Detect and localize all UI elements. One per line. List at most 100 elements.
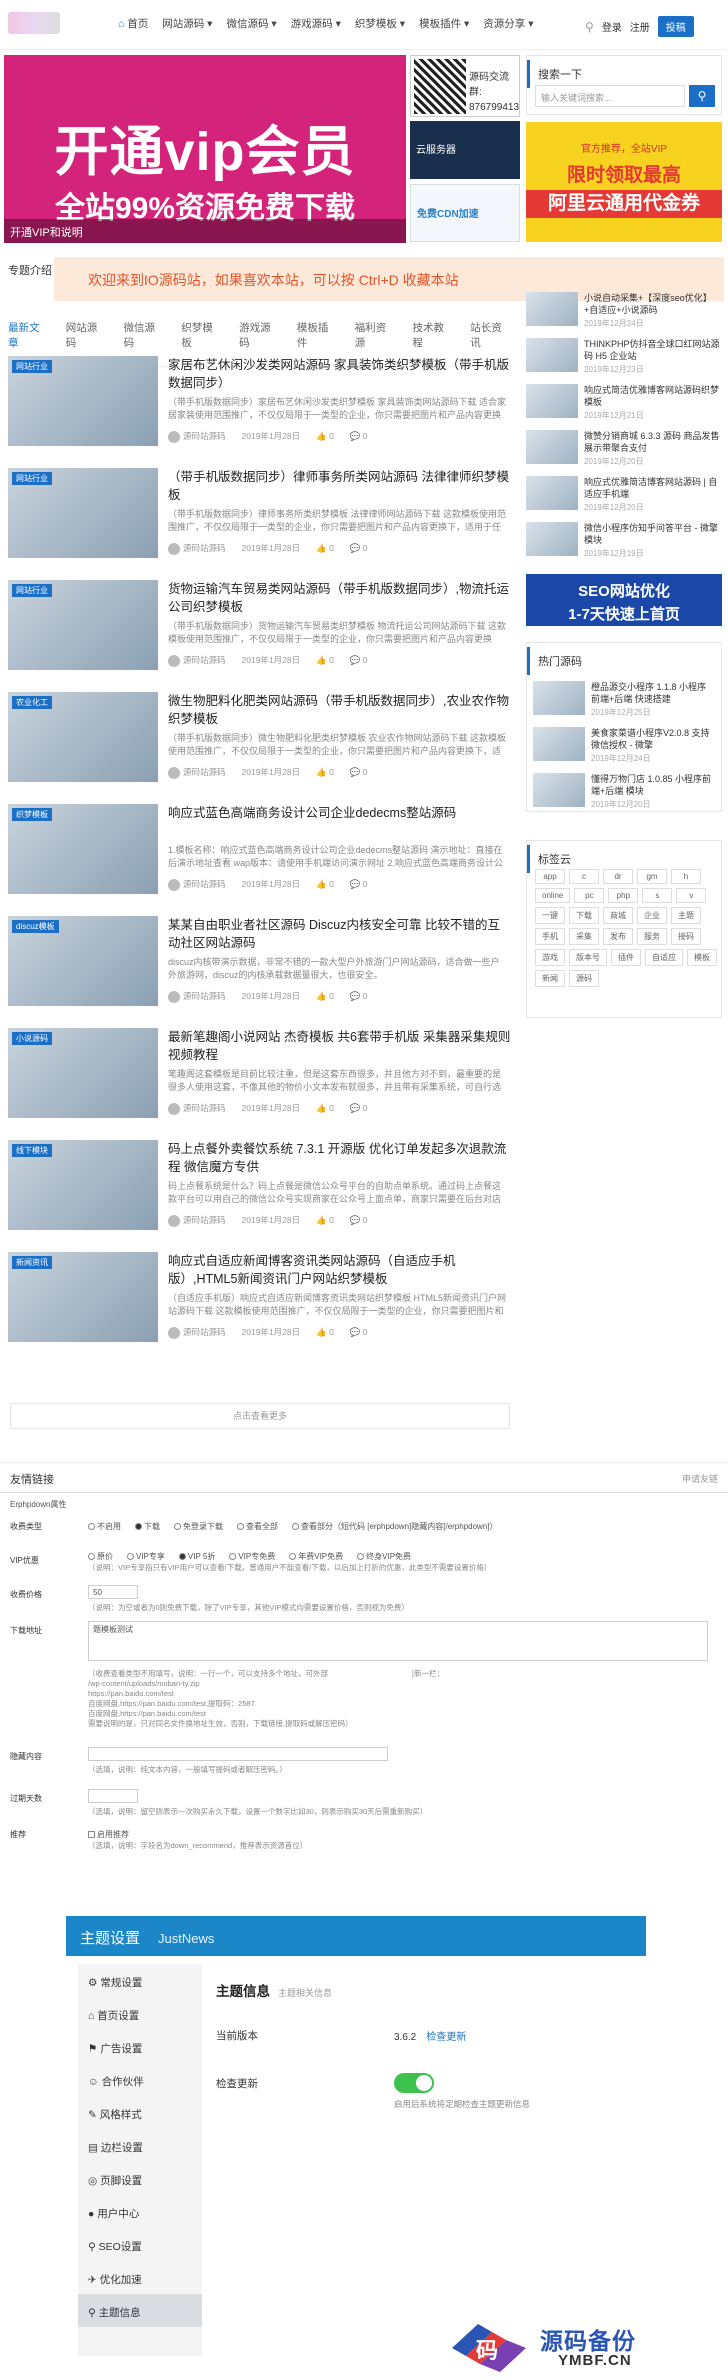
price-input[interactable]: 50 xyxy=(88,1585,138,1599)
sidebar-post[interactable]: 小说自动采集+【深度seo优化】+自适应+小说源码 2019年12月24日 xyxy=(526,290,722,330)
hot-post[interactable]: 橙品源交小程序 1.1.8 小程序前端+后端 快速搭建 2019年12月25日 xyxy=(533,679,717,719)
article-thumbnail[interactable]: 织梦模板 xyxy=(8,804,158,894)
apply-friend-link[interactable]: 申请友链 xyxy=(682,1472,718,1485)
expire-input[interactable] xyxy=(88,1789,138,1803)
tab-website[interactable]: 网站源码 xyxy=(66,320,108,358)
radio-button[interactable] xyxy=(229,1553,237,1561)
radio-button[interactable] xyxy=(357,1553,365,1561)
tag-item[interactable]: 手机 xyxy=(535,928,565,945)
hot-post[interactable]: 美食家菜谱小程序V2.0.8 支持微信授权 - 微擎 2019年12月24日 xyxy=(533,725,717,765)
sidebar-post[interactable]: 响应式简洁优雅博客网站源码织梦模板 2019年12月21日 xyxy=(526,382,722,422)
tag-item[interactable]: 接码 xyxy=(671,928,701,945)
article-item[interactable]: 线下模块 码上点餐外卖餐饮系统 7.3.1 开源版 优化订单发起多次退款流程 微… xyxy=(8,1140,512,1232)
tag-item[interactable]: 企业 xyxy=(637,907,667,924)
article-title[interactable]: 响应式蓝色高端商务设计公司企业dedecms整站源码 xyxy=(168,804,512,822)
hot-post-thumb[interactable] xyxy=(533,681,585,715)
sidebar-post-thumb[interactable] xyxy=(526,430,578,464)
article-thumbnail[interactable]: 农业化工 xyxy=(8,692,158,782)
nav-plugins[interactable]: 模板插件 ▾ xyxy=(419,16,469,31)
tag-item[interactable]: 自适应 xyxy=(645,949,683,966)
sidebar-post[interactable]: THINKPHP仿抖音全球口红网站源码 H5 企业站 2019年12月23日 xyxy=(526,336,722,376)
qr-ad[interactable]: 源码交流群: 876799413 xyxy=(410,55,520,117)
nav-dede-templates[interactable]: 织梦模板 ▾ xyxy=(355,16,405,31)
theme-menu-item[interactable]: ✈ 优化加速 xyxy=(78,2261,202,2294)
radio-button[interactable] xyxy=(127,1553,134,1561)
theme-menu-item[interactable]: ⚲ 主题信息 xyxy=(78,2294,202,2327)
radio-button[interactable] xyxy=(174,1523,181,1531)
cloud-server-ad[interactable]: 云服务器 xyxy=(410,121,520,179)
tag-item[interactable]: 一键 xyxy=(535,907,565,924)
theme-menu-item[interactable]: ◎ 页脚设置 xyxy=(78,2162,202,2195)
tag-item[interactable]: online xyxy=(535,888,571,903)
tab-latest[interactable]: 最新文章 xyxy=(8,320,50,358)
tag-item[interactable]: 新闻 xyxy=(535,970,565,987)
sidebar-post-title[interactable]: 小说自动采集+【深度seo优化】+自适应+小说源码 xyxy=(584,292,720,316)
radio-button[interactable] xyxy=(237,1523,244,1531)
tag-item[interactable]: 版本号 xyxy=(569,949,607,966)
article-author[interactable]: 源码站源码 xyxy=(183,655,226,665)
sidebar-post-title[interactable]: 响应式优雅简洁博客网站源码 | 自适应手机端 xyxy=(584,476,720,500)
article-thumbnail[interactable]: 网站行业 xyxy=(8,468,158,558)
radio-option[interactable]: VIP专享 xyxy=(127,1551,165,1562)
sidebar-post-thumb[interactable] xyxy=(526,338,578,372)
sidebar-post-thumb[interactable] xyxy=(526,384,578,418)
article-author[interactable]: 源码站源码 xyxy=(183,1327,226,1337)
aliyun-coupon-ad[interactable]: 官方推荐，全站VIP 限时领取最高 阿里云通用代金券 xyxy=(526,122,722,242)
radio-option[interactable]: VIP 5折 xyxy=(178,1551,215,1562)
theme-menu-item[interactable]: ☺ 合作伙伴 xyxy=(78,2063,202,2096)
tab-plugins[interactable]: 模板插件 xyxy=(297,320,339,358)
article-title[interactable]: 码上点餐外卖餐饮系统 7.3.1 开源版 优化订单发起多次退款流程 微信魔方专供 xyxy=(168,1140,512,1176)
radio-option[interactable]: 查看部分（短代码 [erphpdown]隐藏内容[/erphpdown]） xyxy=(292,1521,498,1532)
tag-item[interactable]: 主题 xyxy=(671,907,701,924)
check-update-link[interactable]: 检查更新 xyxy=(426,2032,466,2043)
tab-news[interactable]: 站长资讯 xyxy=(470,320,512,358)
article-title[interactable]: （带手机版数据同步）律师事务所类网站源码 法律律师织梦模板 xyxy=(168,468,512,504)
article-title[interactable]: 响应式自适应新闻博客资讯类网站源码（自适应手机版）,HTML5新闻资讯门户网站织… xyxy=(168,1252,512,1288)
radio-button[interactable] xyxy=(289,1553,297,1561)
hot-post-title[interactable]: 懂得万物门店 1.0.85 小程序前端+后端 模块 xyxy=(591,773,715,797)
theme-menu-item[interactable]: ⌂ 首页设置 xyxy=(78,1997,202,2030)
tag-item[interactable]: 服务 xyxy=(637,928,667,945)
radio-option[interactable]: 年费VIP免费 xyxy=(289,1551,343,1562)
article-title[interactable]: 微生物肥料化肥类网站源码（带手机版数据同步）,农业农作物织梦模板 xyxy=(168,692,512,728)
article-author[interactable]: 源码站源码 xyxy=(183,879,226,889)
theme-menu-item[interactable]: ▤ 边栏设置 xyxy=(78,2129,202,2162)
article-title[interactable]: 某某自由职业者社区源码 Discuz内核安全可靠 比较不错的互动社区网站源码 xyxy=(168,916,512,952)
search-icon[interactable]: ⚲ xyxy=(585,20,594,34)
nav-website-source[interactable]: 网站源码 ▾ xyxy=(162,16,212,31)
tag-item[interactable]: 采集 xyxy=(569,928,599,945)
sidebar-post-title[interactable]: THINKPHP仿抖音全球口红网站源码 H5 企业站 xyxy=(584,338,720,362)
radio-button[interactable] xyxy=(135,1523,142,1531)
theme-menu-item[interactable]: ⚑ 广告设置 xyxy=(78,2030,202,2063)
sidebar-post-title[interactable]: 微赞分销商城 6.3.3 源码 商品发售展示带聚合支付 xyxy=(584,430,720,454)
radio-option[interactable]: VIP专免费 xyxy=(229,1551,275,1562)
radio-option[interactable]: 终身VIP免费 xyxy=(357,1551,411,1562)
hot-post[interactable]: 懂得万物门店 1.0.85 小程序前端+后端 模块 2019年12月20日 xyxy=(533,771,717,811)
article-item[interactable]: discuz模板 某某自由职业者社区源码 Discuz内核安全可靠 比较不错的互… xyxy=(8,916,512,1008)
tag-item[interactable]: 下载 xyxy=(569,907,599,924)
recommend-checkbox[interactable] xyxy=(88,1831,95,1839)
tag-item[interactable]: php xyxy=(608,888,639,903)
update-toggle[interactable] xyxy=(394,2073,434,2093)
radio-option[interactable]: 原价 xyxy=(88,1551,113,1562)
site-logo[interactable] xyxy=(8,12,60,34)
article-item[interactable]: 农业化工 微生物肥料化肥类网站源码（带手机版数据同步）,农业农作物织梦模板 （带… xyxy=(8,692,512,784)
nav-wechat-source[interactable]: 微信源码 ▾ xyxy=(226,16,276,31)
theme-menu-item[interactable]: ✎ 风格样式 xyxy=(78,2096,202,2129)
nav-game-source[interactable]: 游戏源码 ▾ xyxy=(291,16,341,31)
article-author[interactable]: 源码站源码 xyxy=(183,431,226,441)
article-thumbnail[interactable]: 线下模块 xyxy=(8,1140,158,1230)
sidebar-post-title[interactable]: 响应式简洁优雅博客网站源码织梦模板 xyxy=(584,384,720,408)
radio-button[interactable] xyxy=(178,1553,186,1561)
article-author[interactable]: 源码站源码 xyxy=(183,543,226,553)
article-item[interactable]: 新闻资讯 响应式自适应新闻博客资讯类网站源码（自适应手机版）,HTML5新闻资讯… xyxy=(8,1252,512,1344)
hot-post-title[interactable]: 橙品源交小程序 1.1.8 小程序前端+后端 快速搭建 xyxy=(591,681,715,705)
article-thumbnail[interactable]: 网站行业 xyxy=(8,356,158,446)
register-link[interactable]: 注册 xyxy=(630,19,650,34)
article-author[interactable]: 源码站源码 xyxy=(183,1103,226,1113)
tab-dede[interactable]: 织梦模板 xyxy=(181,320,223,358)
article-thumbnail[interactable]: 小说源码 xyxy=(8,1028,158,1118)
sidebar-post[interactable]: 微信小程序仿知乎问答平台 - 微擎模块 2019年12月19日 xyxy=(526,520,722,560)
tab-game[interactable]: 游戏源码 xyxy=(239,320,281,358)
search-button[interactable]: ⚲ xyxy=(689,85,715,107)
